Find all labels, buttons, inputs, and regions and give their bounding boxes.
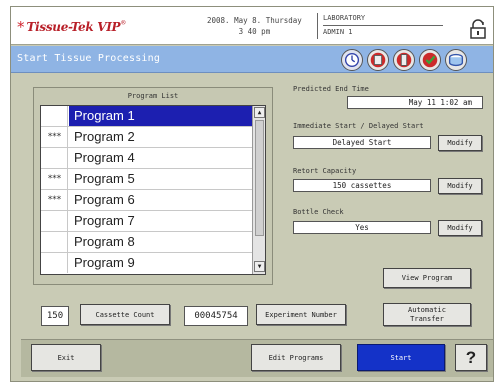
- automatic-transfer-button[interactable]: Automatic Transfer: [383, 303, 471, 326]
- modify-retort-button[interactable]: Modify: [438, 178, 482, 194]
- retort-status-icon[interactable]: [445, 49, 467, 71]
- program-row[interactable]: *** Program 5: [41, 169, 252, 190]
- user-info: LABORATORY ADMIN 1: [317, 13, 452, 39]
- retort-capacity-label: Retort Capacity: [293, 167, 357, 175]
- logo-text: Tissue-Tek VIP: [26, 20, 121, 34]
- retort-capacity-value: 150 cassettes: [293, 179, 431, 192]
- experiment-number-input[interactable]: 00045754: [184, 306, 248, 326]
- program-mark: [41, 148, 68, 168]
- check-status-icon[interactable]: [419, 49, 441, 71]
- scroll-thumb[interactable]: [255, 120, 264, 236]
- main-window: * Tissue-Tek VIP ® 2008. May 8. Thursday…: [10, 6, 494, 382]
- program-mark: [41, 253, 68, 273]
- user-name: ADMIN 1: [323, 25, 443, 37]
- page-title: Start Tissue Processing: [17, 53, 161, 64]
- program-name: Program 1: [74, 108, 135, 123]
- program-row[interactable]: Program 4: [41, 148, 252, 169]
- program-mark: [41, 106, 68, 126]
- start-mode-label: Immediate Start / Delayed Start: [293, 122, 424, 130]
- date-text: 2008. May 8. Thursday: [207, 16, 302, 25]
- bottle-status-icon[interactable]: [393, 49, 415, 71]
- modify-start-button[interactable]: Modify: [438, 135, 482, 151]
- program-row[interactable]: Program 8: [41, 232, 252, 253]
- program-name: Program 4: [74, 150, 135, 165]
- program-name: Program 8: [74, 234, 135, 249]
- exit-button[interactable]: Exit: [31, 344, 101, 371]
- edit-programs-button[interactable]: Edit Programs: [251, 344, 341, 371]
- time-text: 3 40 pm: [238, 27, 271, 36]
- lock-icon[interactable]: [469, 19, 487, 39]
- program-row[interactable]: *** Program 2: [41, 127, 252, 148]
- program-list-panel: Program List Program 1 *** Program 2 Pro…: [33, 87, 273, 285]
- program-name: Program 5: [74, 171, 135, 186]
- modify-bottle-button[interactable]: Modify: [438, 220, 482, 236]
- program-list[interactable]: Program 1 *** Program 2 Program 4 *** Pr…: [40, 105, 266, 275]
- program-row[interactable]: Program 1: [41, 106, 252, 127]
- view-program-button[interactable]: View Program: [383, 268, 471, 288]
- registered-mark: ®: [121, 19, 126, 27]
- program-name: Program 7: [74, 213, 135, 228]
- bottle-check-label: Bottle Check: [293, 208, 344, 216]
- cassette-count-input[interactable]: 150: [41, 306, 69, 326]
- start-mode-value: Delayed Start: [293, 136, 431, 149]
- header-bar: * Tissue-Tek VIP ® 2008. May 8. Thursday…: [11, 7, 493, 45]
- scroll-up-icon[interactable]: ▲: [254, 107, 265, 118]
- clock-status-icon[interactable]: [341, 49, 363, 71]
- reagent-status-icon[interactable]: [367, 49, 389, 71]
- program-mark: [41, 232, 68, 252]
- program-row[interactable]: *** Program 6: [41, 190, 252, 211]
- predicted-end-label: Predicted End Time: [293, 85, 369, 93]
- program-name: Program 6: [74, 192, 135, 207]
- program-mark: [41, 211, 68, 231]
- help-button[interactable]: ?: [455, 344, 487, 371]
- logo: * Tissue-Tek VIP ®: [17, 18, 126, 36]
- experiment-number-button[interactable]: Experiment Number: [256, 304, 346, 325]
- program-name: Program 9: [74, 255, 135, 270]
- bottle-check-value: Yes: [293, 221, 431, 234]
- title-bar: Start Tissue Processing: [11, 46, 493, 73]
- program-name: Program 2: [74, 129, 135, 144]
- program-row[interactable]: Program 7: [41, 211, 252, 232]
- scrollbar[interactable]: ▲ ▼: [252, 106, 265, 274]
- logo-mark: *: [17, 18, 25, 36]
- predicted-end-value: May 11 1:02 am: [347, 96, 483, 109]
- program-mark: ***: [41, 127, 68, 147]
- program-row[interactable]: Program 9: [41, 253, 252, 274]
- start-button[interactable]: Start: [357, 344, 445, 371]
- user-group: LABORATORY: [323, 14, 366, 22]
- scroll-down-icon[interactable]: ▼: [254, 261, 265, 272]
- program-mark: ***: [41, 190, 68, 210]
- date-time: 2008. May 8. Thursday 3 40 pm: [207, 15, 302, 37]
- program-mark: ***: [41, 169, 68, 189]
- program-list-title: Program List: [127, 92, 179, 100]
- cassette-count-button[interactable]: Cassette Count: [80, 304, 170, 325]
